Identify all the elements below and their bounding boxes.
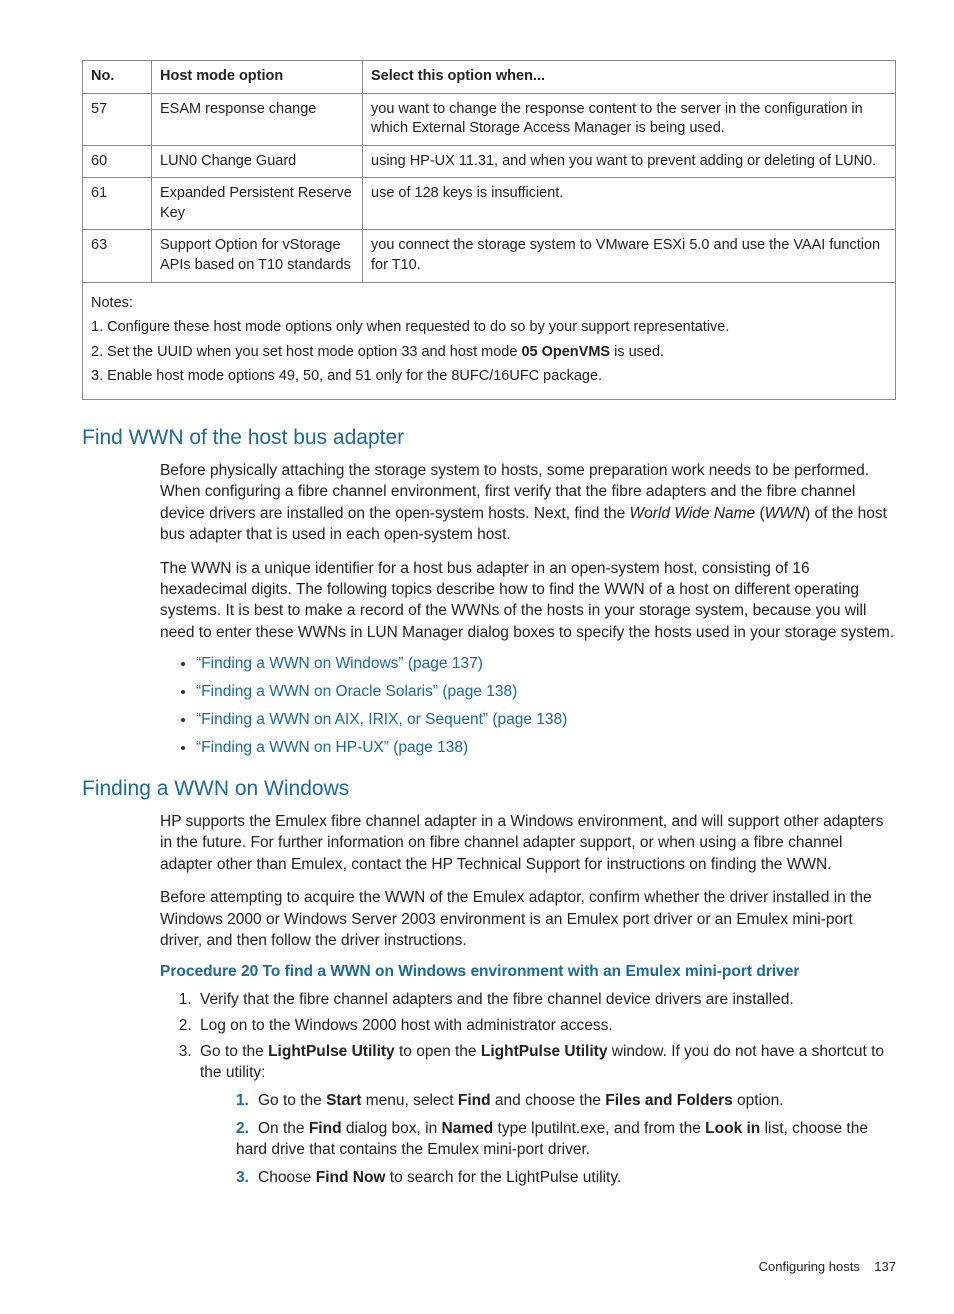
- col-no: No.: [83, 61, 152, 94]
- cell-when: using HP-UX 11.31, and when you want to …: [363, 145, 896, 178]
- section-wwn-windows-title: Finding a WWN on Windows: [82, 777, 896, 801]
- col-when: Select this option when...: [363, 61, 896, 94]
- procedure-substep: 3.Choose Find Now to search for the Ligh…: [236, 1167, 896, 1189]
- cell-when: you want to change the response content …: [363, 93, 896, 145]
- table-row: 63 Support Option for vStorage APIs base…: [83, 230, 896, 282]
- page-number: 137: [874, 1259, 896, 1274]
- cell-when: you connect the storage system to VMware…: [363, 230, 896, 282]
- cross-reference-list: “Finding a WWN on Windows” (page 137) “F…: [196, 655, 896, 757]
- link-item[interactable]: “Finding a WWN on AIX, IRIX, or Sequent”…: [196, 711, 896, 729]
- procedure-sublist: 1.Go to the Start menu, select Find and …: [236, 1090, 896, 1189]
- procedure-list: Verify that the fibre channel adapters a…: [196, 989, 896, 1189]
- procedure-substep: 1.Go to the Start menu, select Find and …: [236, 1090, 896, 1112]
- cell-no: 57: [83, 93, 152, 145]
- paragraph: Before attempting to acquire the WWN of …: [160, 887, 896, 951]
- note-item: 1. Configure these host mode options onl…: [91, 315, 887, 340]
- procedure-step: Go to the LightPulse Utility to open the…: [196, 1041, 896, 1189]
- procedure-step: Log on to the Windows 2000 host with adm…: [196, 1015, 896, 1037]
- cell-no: 61: [83, 178, 152, 230]
- link-item[interactable]: “Finding a WWN on HP-UX” (page 138): [196, 739, 896, 757]
- link-item[interactable]: “Finding a WWN on Windows” (page 137): [196, 655, 896, 673]
- paragraph: The WWN is a unique identifier for a hos…: [160, 558, 896, 644]
- cell-option: Support Option for vStorage APIs based o…: [152, 230, 363, 282]
- note-item: 2. Set the UUID when you set host mode o…: [91, 340, 887, 365]
- footer-section: Configuring hosts: [759, 1259, 860, 1274]
- page-footer: Configuring hosts 137: [82, 1259, 896, 1274]
- cell-when: use of 128 keys is insufficient.: [363, 178, 896, 230]
- host-mode-options-table: No. Host mode option Select this option …: [82, 60, 896, 283]
- table-row: 57 ESAM response change you want to chan…: [83, 93, 896, 145]
- link-item[interactable]: “Finding a WWN on Oracle Solaris” (page …: [196, 683, 896, 701]
- cell-option: LUN0 Change Guard: [152, 145, 363, 178]
- cell-no: 60: [83, 145, 152, 178]
- paragraph: HP supports the Emulex fibre channel ada…: [160, 811, 896, 875]
- cell-option: ESAM response change: [152, 93, 363, 145]
- notes-title: Notes:: [91, 291, 887, 316]
- paragraph: Before physically attaching the storage …: [160, 460, 896, 546]
- procedure-step: Verify that the fibre channel adapters a…: [196, 989, 896, 1011]
- procedure-title: Procedure 20 To find a WWN on Windows en…: [160, 963, 896, 981]
- cell-no: 63: [83, 230, 152, 282]
- note-item: 3. Enable host mode options 49, 50, and …: [91, 364, 887, 389]
- table-notes: Notes: 1. Configure these host mode opti…: [82, 283, 896, 401]
- cell-option: Expanded Persistent Reserve Key: [152, 178, 363, 230]
- section-find-wwn-title: Find WWN of the host bus adapter: [82, 426, 896, 450]
- procedure-substep: 2.On the Find dialog box, in Named type …: [236, 1118, 896, 1161]
- table-row: 60 LUN0 Change Guard using HP-UX 11.31, …: [83, 145, 896, 178]
- col-option: Host mode option: [152, 61, 363, 94]
- table-row: 61 Expanded Persistent Reserve Key use o…: [83, 178, 896, 230]
